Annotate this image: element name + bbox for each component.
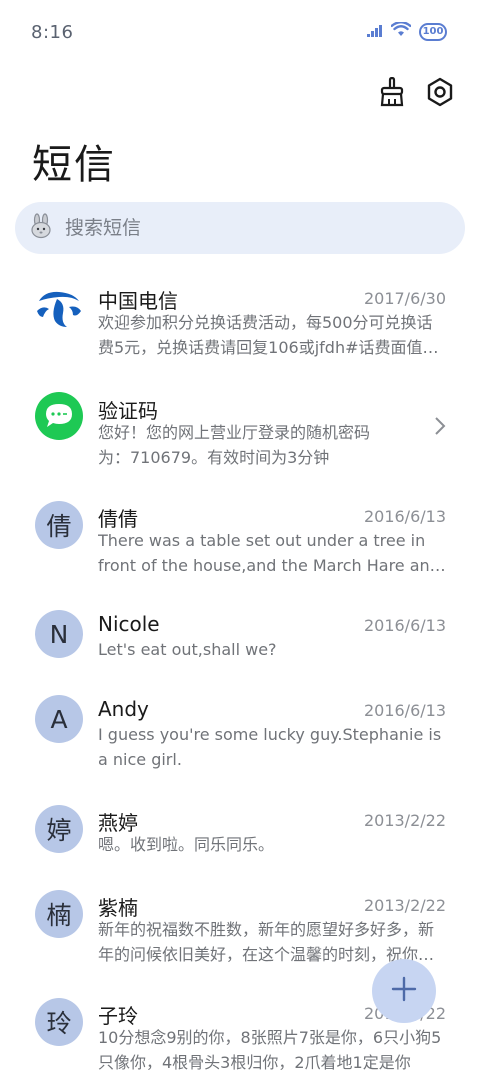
clean-button[interactable] xyxy=(376,76,408,112)
settings-icon xyxy=(426,77,454,111)
status-icons: 100 xyxy=(367,20,447,41)
conversation-list: 中国电信 2017/6/30 欢迎参加积分兑换话费活动，每500分可兑换话费5元… xyxy=(0,262,480,1072)
conversation-date: 2013/2/22 xyxy=(363,811,446,830)
telecom-logo-icon xyxy=(35,283,83,331)
message-bubble-icon xyxy=(35,392,83,440)
avatar: A xyxy=(35,695,83,743)
conversation-date: 2017/6/30 xyxy=(363,289,446,308)
conversation-date: 2016/6/13 xyxy=(363,701,446,720)
conversation-item[interactable]: 倩 倩倩 2016/6/13 There was a table set out… xyxy=(0,480,480,590)
new-message-button[interactable] xyxy=(372,959,436,1023)
conversation-preview: 您好！您的网上营业厅登录的随机密码为：710679。有效时间为3分钟 xyxy=(98,423,371,467)
status-time: 8:16 xyxy=(31,22,74,43)
conversation-date: 2016/6/13 xyxy=(363,616,446,635)
conversation-item[interactable]: A Andy 2016/6/13 I guess you're some luc… xyxy=(0,675,480,785)
status-bar: 8:16 100 xyxy=(0,0,480,68)
conversation-date: 2016/6/13 xyxy=(363,507,446,526)
conversation-date: 2013/2/22 xyxy=(363,896,446,915)
avatar: N xyxy=(35,610,83,658)
wifi-icon xyxy=(390,20,412,41)
conversation-item[interactable]: 验证码 您好！您的网上营业厅登录的随机密码为：710679。有效时间为3分钟 xyxy=(0,372,480,480)
search-input[interactable] xyxy=(63,216,427,240)
conversation-name: Nicole xyxy=(98,612,160,636)
conversation-item[interactable]: N Nicole 2016/6/13 Let's eat out,shall w… xyxy=(0,590,480,675)
plus-icon xyxy=(391,976,417,1006)
conversation-preview: 欢迎参加积分兑换话费活动，每500分可兑换话费5元，兑换话费请回复106或jfd… xyxy=(98,313,436,357)
conversation-preview: 10分想念9别的你，8张照片7张是你，6只小狗5只像你，4根骨头3根归你，2爪着… xyxy=(98,1028,442,1072)
conversation-item[interactable]: 婷 燕婷 2013/2/22 嗯。收到啦。同乐同乐。 xyxy=(0,785,480,870)
broom-icon xyxy=(378,76,406,111)
conversation-preview: Let's eat out,shall we? xyxy=(98,640,277,659)
avatar: 楠 xyxy=(35,890,83,938)
chevron-right-icon xyxy=(434,416,446,440)
conversation-preview: 嗯。收到啦。同乐同乐。 xyxy=(98,835,275,854)
search-bar[interactable] xyxy=(15,202,465,254)
avatar: 婷 xyxy=(35,805,83,853)
avatar: 倩 xyxy=(35,501,83,549)
conversation-name: Andy xyxy=(98,697,149,721)
page-title: 短信 xyxy=(32,142,116,188)
settings-button[interactable] xyxy=(424,76,456,112)
toolbar xyxy=(376,76,456,112)
battery-icon: 100 xyxy=(419,22,447,41)
avatar: 玲 xyxy=(35,998,83,1046)
conversation-item[interactable]: 中国电信 2017/6/30 欢迎参加积分兑换话费活动，每500分可兑换话费5元… xyxy=(0,262,480,372)
cellular-signal-icon xyxy=(367,22,383,41)
conversation-preview: There was a table set out under a tree i… xyxy=(98,531,440,575)
bunny-icon xyxy=(29,213,53,243)
conversation-preview: I guess you're some lucky guy.Stephanie … xyxy=(98,725,442,769)
